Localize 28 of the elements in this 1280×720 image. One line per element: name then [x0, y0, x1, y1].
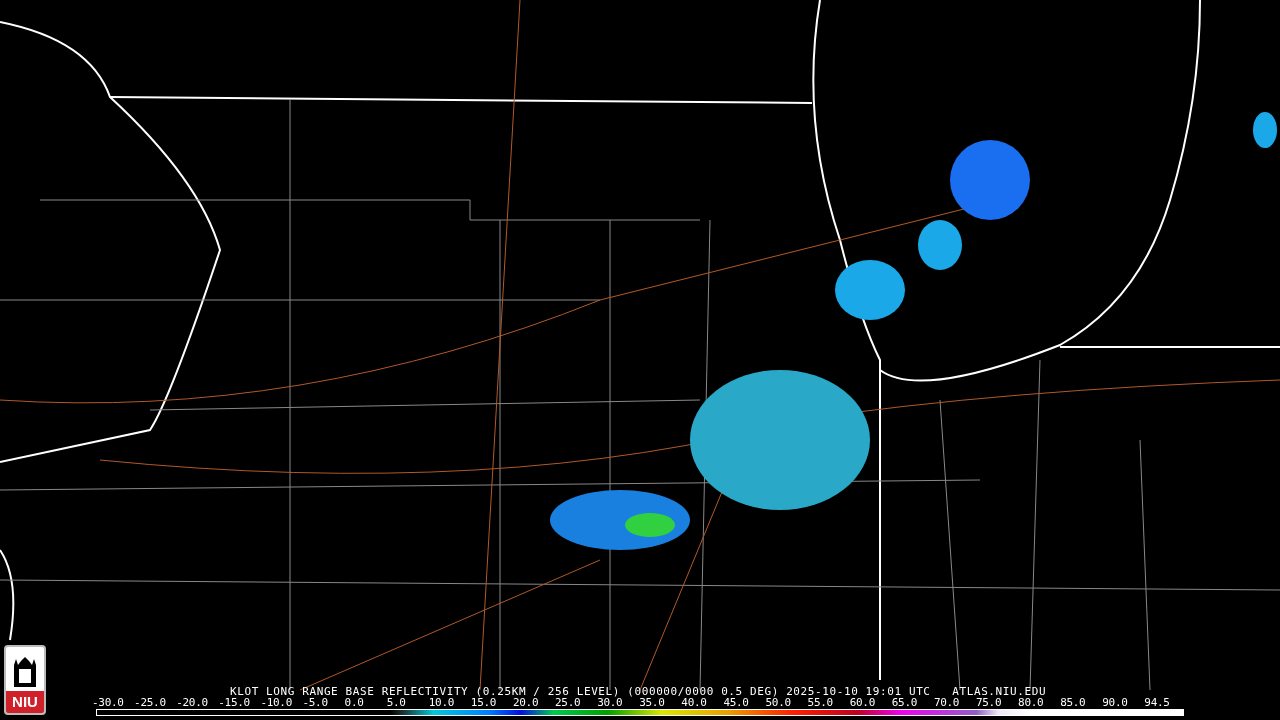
scale-label: 35.0	[639, 697, 665, 709]
scale-label: -10.0	[260, 697, 293, 709]
scale-label: 65.0	[891, 697, 919, 709]
scale-label: 80.0	[1018, 697, 1045, 709]
scale-label: 0.0	[344, 697, 365, 709]
scale-label: 94.5	[1144, 697, 1171, 709]
scale-label: 55.0	[807, 697, 834, 709]
scale-label: -25.0	[134, 697, 167, 709]
university-logo: NIU	[4, 645, 46, 715]
scale-label: 30.0	[597, 697, 624, 709]
scale-label: 70.0	[933, 697, 961, 709]
scale-label: 25.0	[555, 697, 581, 709]
scale-label: 40.0	[681, 697, 707, 709]
scale-label: 90.0	[1102, 697, 1129, 709]
scale-label: 15.0	[470, 697, 497, 709]
scale-label: -20.0	[176, 697, 209, 709]
scale-label: 20.0	[512, 697, 540, 709]
scale-label: 75.0	[975, 697, 1003, 709]
scale-label: -15.0	[218, 697, 251, 709]
scale-label: 45.0	[723, 697, 750, 709]
scale-label: -30.0	[92, 697, 125, 709]
scale-label: 85.0	[1060, 697, 1087, 709]
scale-label: 50.0	[765, 697, 792, 709]
scale-label: -5.0	[302, 697, 329, 709]
scale-label: 60.0	[849, 697, 876, 709]
scale-label: 10.0	[428, 697, 456, 709]
radar-caption: KLOT LONG RANGE BASE REFLECTIVITY (0.25KM / 256 LEVEL) (000000/0000 0.5 DEG) 2025-10-10 19:01 UTC ATLAS.NIU.EDU	[230, 685, 1047, 698]
scale-label: 5.0	[386, 697, 407, 709]
